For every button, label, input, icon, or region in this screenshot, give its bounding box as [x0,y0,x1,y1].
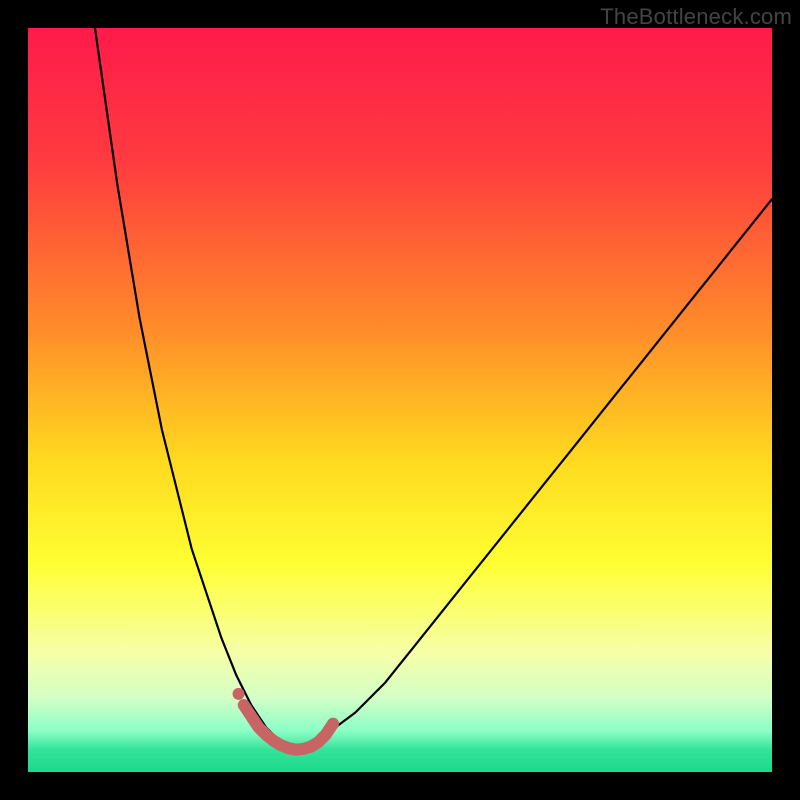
gradient-background [28,28,772,772]
chart-frame [28,28,772,772]
series-highlight-dot [233,688,245,700]
bottleneck-chart [28,28,772,772]
watermark-text: TheBottleneck.com [600,4,792,30]
